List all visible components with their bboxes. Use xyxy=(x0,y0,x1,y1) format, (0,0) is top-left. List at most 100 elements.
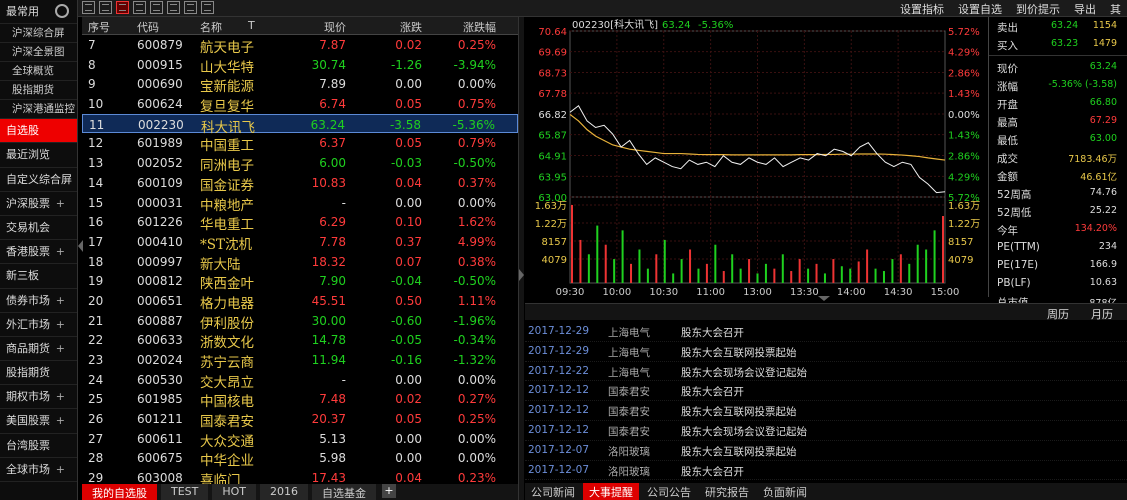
layout-6-icon[interactable] xyxy=(167,1,180,14)
tab-company-announcements[interactable]: 公司公告 xyxy=(641,483,697,500)
time-tick-label: 15:00 xyxy=(931,287,960,297)
table-row[interactable]: 22 600633 浙数文化 14.78 -0.05 -0.34% xyxy=(82,330,518,351)
table-row[interactable]: 23 002024 苏宁云商 11.94 -0.16 -1.32% xyxy=(82,350,518,371)
table-row[interactable]: 14 600109 国金证券 10.83 0.04 0.37% xyxy=(82,173,518,194)
news-row[interactable]: 2017-12-29 上海电气 股东大会召开 xyxy=(525,322,1127,342)
news-date: 2017-12-22 xyxy=(528,364,590,377)
sidebar-item[interactable]: 自定义综合屏 xyxy=(0,168,77,192)
sidebar-item[interactable]: 期权市场 + xyxy=(0,385,77,410)
add-tab-button[interactable]: + xyxy=(382,484,397,498)
tab-2016[interactable]: 2016 xyxy=(260,484,309,500)
sidebar-item[interactable]: 香港股票 + xyxy=(0,240,77,265)
sidebar-item[interactable]: 沪深全景图 xyxy=(0,43,77,63)
layout-4-icon[interactable] xyxy=(133,1,146,14)
col-code[interactable]: 代码 xyxy=(137,19,159,35)
col-name-sort-icon[interactable]: T xyxy=(248,19,255,32)
layout-8-icon[interactable] xyxy=(201,1,214,14)
expand-icon[interactable]: + xyxy=(56,458,65,481)
weekly-calendar-button[interactable]: 周历 xyxy=(1047,306,1069,322)
layout-5-icon[interactable] xyxy=(150,1,163,14)
col-price[interactable]: 现价 xyxy=(324,19,346,35)
set-indicator-button[interactable]: 设置指标 xyxy=(900,1,944,17)
price-alert-button[interactable]: 到价提示 xyxy=(1016,1,1060,17)
tab-negative-news[interactable]: 负面新闻 xyxy=(757,483,813,500)
table-row[interactable]: 10 600624 复旦复华 6.74 0.05 0.75% xyxy=(82,94,518,115)
expand-icon[interactable]: + xyxy=(56,240,65,263)
sidebar-item[interactable]: 台湾股票 xyxy=(0,434,77,458)
table-row[interactable]: 8 000915 山大华特 30.74 -1.26 -3.94% xyxy=(82,55,518,76)
news-collapse-icon[interactable] xyxy=(818,296,830,301)
news-row[interactable]: 2017-12-07 洛阳玻璃 股东大会召开 xyxy=(525,461,1127,481)
tab-test[interactable]: TEST xyxy=(161,484,209,500)
table-row[interactable]: 11 002230 科大讯飞 63.24 -3.58 -5.36% xyxy=(82,113,518,136)
row-price: 14.78 xyxy=(311,333,346,348)
expand-icon[interactable]: + xyxy=(56,192,65,215)
table-row[interactable]: 15 000031 中粮地产 - 0.00 0.00% xyxy=(82,193,518,214)
intraday-chart[interactable]: 70.64 5.72% 69.69 4.29% 68.73 2.86% 67.78 1.43%… xyxy=(525,17,987,297)
sidebar-item[interactable]: 交易机会 xyxy=(0,216,77,241)
col-seq[interactable]: 序号 xyxy=(88,19,110,35)
sidebar-item[interactable]: 外汇市场 + xyxy=(0,313,77,337)
tab-company-news[interactable]: 公司新闻 xyxy=(525,483,581,500)
export-button[interactable]: 导出 xyxy=(1074,1,1096,17)
sidebar-item[interactable]: 沪深港通监控 xyxy=(0,100,77,120)
table-row[interactable]: 28 600675 中华企业 5.98 0.00 0.00% xyxy=(82,448,518,469)
table-row[interactable]: 20 000651 格力电器 45.51 0.50 1.11% xyxy=(82,291,518,312)
table-row[interactable]: 13 002052 同洲电子 6.00 -0.03 -0.50% xyxy=(82,153,518,174)
sidebar-item[interactable]: 新三板 xyxy=(0,264,77,289)
table-row[interactable]: 7 600879 航天电子 7.87 0.02 0.25% xyxy=(82,35,518,56)
table-row[interactable]: 21 600887 伊利股份 30.00 -0.60 -1.96% xyxy=(82,311,518,332)
table-row[interactable]: 19 000812 陕西金叶 7.90 -0.04 -0.50% xyxy=(82,271,518,292)
other-menu-button[interactable]: 其 xyxy=(1110,1,1121,17)
layout-3-icon[interactable] xyxy=(116,1,129,14)
tab-fund-watchlist[interactable]: 自选基金 xyxy=(312,484,377,500)
tab-my-watchlist[interactable]: 我的自选股 xyxy=(82,484,157,500)
news-row[interactable]: 2017-12-22 上海电气 股东大会现场会议登记起始 xyxy=(525,362,1127,382)
sidebar-item[interactable]: 全球市场 + xyxy=(0,458,77,482)
col-name[interactable]: 名称 xyxy=(200,19,222,35)
table-row[interactable]: 27 600611 大众交通 5.13 0.00 0.00% xyxy=(82,429,518,450)
col-change-pct[interactable]: 涨跌幅 xyxy=(463,19,496,35)
news-row[interactable]: 2017-12-12 国泰君安 股东大会现场会议登记起始 xyxy=(525,421,1127,441)
col-change[interactable]: 涨跌 xyxy=(400,19,422,35)
sidebar-item[interactable]: 债券市场 + xyxy=(0,289,77,313)
news-row[interactable]: 2017-12-12 国泰君安 股东大会互联网投票起始 xyxy=(525,401,1127,421)
sidebar-item[interactable]: 最近浏览 xyxy=(0,143,77,168)
sidebar-item[interactable]: 股指期货 xyxy=(0,361,77,386)
tab-hot[interactable]: HOT xyxy=(212,484,257,500)
sidebar-item[interactable]: 最常用 xyxy=(0,0,77,25)
layout-1-icon[interactable] xyxy=(82,1,95,14)
sidebar-item[interactable]: 商品期货 + xyxy=(0,337,77,362)
table-row[interactable]: 12 601989 中国重工 6.37 0.05 0.79% xyxy=(82,133,518,154)
news-row[interactable]: 2017-12-12 国泰君安 股东大会召开 xyxy=(525,381,1127,402)
expand-icon[interactable]: + xyxy=(56,289,65,312)
tab-major-events[interactable]: 大事提醒 xyxy=(583,483,639,500)
news-row[interactable]: 2017-12-07 洛阳玻璃 股东大会互联网投票起始 xyxy=(525,441,1127,461)
expand-icon[interactable]: + xyxy=(56,409,65,432)
set-watchlist-button[interactable]: 设置自选 xyxy=(958,1,1002,17)
gear-icon[interactable] xyxy=(55,4,69,18)
sidebar-item[interactable]: 股指期货 xyxy=(0,81,77,101)
news-row[interactable]: 2017-12-29 上海电气 股东大会互联网投票起始 xyxy=(525,342,1127,362)
sidebar-item[interactable]: 全球概览 xyxy=(0,62,77,82)
sidebar-item[interactable]: 沪深股票 + xyxy=(0,192,77,216)
tab-research-reports[interactable]: 研究报告 xyxy=(699,483,755,500)
sidebar-item[interactable]: 沪深综合屏 xyxy=(0,24,77,44)
expand-icon[interactable]: + xyxy=(56,337,65,360)
sidebar-item[interactable]: 自选股 xyxy=(0,119,77,144)
expand-icon[interactable]: + xyxy=(56,385,65,408)
sidebar-item[interactable]: 美国股票 + xyxy=(0,409,77,434)
layout-2-icon[interactable] xyxy=(99,1,112,14)
table-row[interactable]: 9 000690 宝新能源 7.89 0.00 0.00% xyxy=(82,74,518,95)
expand-icon[interactable]: + xyxy=(56,313,65,336)
table-row[interactable]: 25 601985 中国核电 7.48 0.02 0.27% xyxy=(82,389,518,410)
table-row[interactable]: 16 601226 华电重工 6.29 0.10 1.62% xyxy=(82,212,518,233)
monthly-calendar-button[interactable]: 月历 xyxy=(1091,306,1113,322)
panel-divider[interactable] xyxy=(518,17,524,500)
table-row[interactable]: 17 000410 *ST沈机 7.78 0.37 4.99% xyxy=(82,232,518,253)
row-change-pct: -1.32% xyxy=(453,353,496,367)
table-row[interactable]: 18 000997 新大陆 18.32 0.07 0.38% xyxy=(82,252,518,273)
table-row[interactable]: 26 601211 国泰君安 20.37 0.05 0.25% xyxy=(82,409,518,430)
layout-7-icon[interactable] xyxy=(184,1,197,14)
table-row[interactable]: 24 600530 交大昂立 - 0.00 0.00% xyxy=(82,370,518,391)
